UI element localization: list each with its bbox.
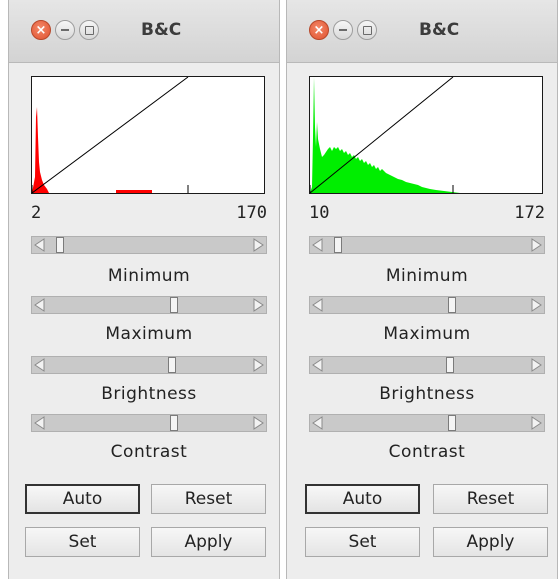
slider-thumb[interactable] <box>56 237 64 253</box>
slider-thumb[interactable] <box>446 357 454 373</box>
slider-thumb[interactable] <box>170 297 178 313</box>
scroll-right-icon[interactable] <box>250 357 266 373</box>
scroll-left-icon[interactable] <box>32 297 48 313</box>
maximum-label: Maximum <box>383 324 471 344</box>
window-title: B&C <box>419 20 460 40</box>
maximum-label: Maximum <box>105 324 193 344</box>
maximize-icon[interactable] <box>357 20 377 40</box>
maximum-slider[interactable] <box>31 296 267 314</box>
scroll-right-icon[interactable] <box>250 415 266 431</box>
range-min-value: 2 <box>31 203 42 223</box>
scroll-right-icon[interactable] <box>528 357 544 373</box>
title-bar: × B&C <box>287 0 557 63</box>
maximum-slider[interactable] <box>309 296 545 314</box>
scroll-right-icon[interactable] <box>250 297 266 313</box>
window-title: B&C <box>141 20 182 40</box>
reset-button[interactable]: Reset <box>151 484 266 514</box>
auto-button[interactable]: Auto <box>305 484 420 514</box>
display-range: 10 172 <box>309 203 545 225</box>
brightness-label: Brightness <box>101 384 197 404</box>
set-button[interactable]: Set <box>25 527 140 557</box>
display-range: 2 170 <box>31 203 267 225</box>
scroll-right-icon[interactable] <box>528 297 544 313</box>
scroll-right-icon[interactable] <box>528 415 544 431</box>
maximize-icon[interactable] <box>79 20 99 40</box>
slider-thumb[interactable] <box>448 297 456 313</box>
scroll-left-icon[interactable] <box>310 415 326 431</box>
scroll-left-icon[interactable] <box>310 357 326 373</box>
title-bar: × B&C <box>9 0 279 63</box>
reset-button[interactable]: Reset <box>433 484 548 514</box>
minimum-label: Minimum <box>385 266 469 286</box>
minimum-label: Minimum <box>107 266 191 286</box>
range-min-value: 10 <box>309 203 330 223</box>
histogram-plot <box>31 76 265 194</box>
contrast-label: Contrast <box>110 442 188 462</box>
brightness-label: Brightness <box>379 384 475 404</box>
scroll-right-icon[interactable] <box>528 237 544 253</box>
scroll-left-icon[interactable] <box>32 237 48 253</box>
close-icon[interactable]: × <box>31 20 51 40</box>
minimize-icon[interactable] <box>333 20 353 40</box>
apply-button[interactable]: Apply <box>433 527 548 557</box>
scroll-left-icon[interactable] <box>32 415 48 431</box>
bc-window-left: × B&C 2 170 Minimum Maximum Brightness C… <box>8 0 280 579</box>
scroll-right-icon[interactable] <box>250 237 266 253</box>
scroll-left-icon[interactable] <box>310 237 326 253</box>
scroll-left-icon[interactable] <box>310 297 326 313</box>
contrast-slider[interactable] <box>309 414 545 432</box>
slider-thumb[interactable] <box>334 237 342 253</box>
set-button[interactable]: Set <box>305 527 420 557</box>
contrast-slider[interactable] <box>31 414 267 432</box>
auto-button[interactable]: Auto <box>25 484 140 514</box>
minimize-icon[interactable] <box>55 20 75 40</box>
histogram-bars-secondary <box>116 190 152 193</box>
range-max-value: 170 <box>236 203 267 223</box>
histogram-bars <box>32 107 49 193</box>
minimum-slider[interactable] <box>309 236 545 254</box>
slider-thumb[interactable] <box>170 415 178 431</box>
transfer-line <box>32 77 189 193</box>
bc-window-right: × B&C 10 172 Minimum Maximum Brightness <box>286 0 558 579</box>
minimum-slider[interactable] <box>31 236 267 254</box>
brightness-slider[interactable] <box>309 356 545 374</box>
slider-thumb[interactable] <box>448 415 456 431</box>
apply-button[interactable]: Apply <box>151 527 266 557</box>
contrast-label: Contrast <box>388 442 466 462</box>
range-max-value: 172 <box>514 203 545 223</box>
close-icon[interactable]: × <box>309 20 329 40</box>
scroll-left-icon[interactable] <box>32 357 48 373</box>
brightness-slider[interactable] <box>31 356 267 374</box>
histogram-bars <box>310 77 460 193</box>
histogram-plot <box>309 76 543 194</box>
slider-thumb[interactable] <box>168 357 176 373</box>
